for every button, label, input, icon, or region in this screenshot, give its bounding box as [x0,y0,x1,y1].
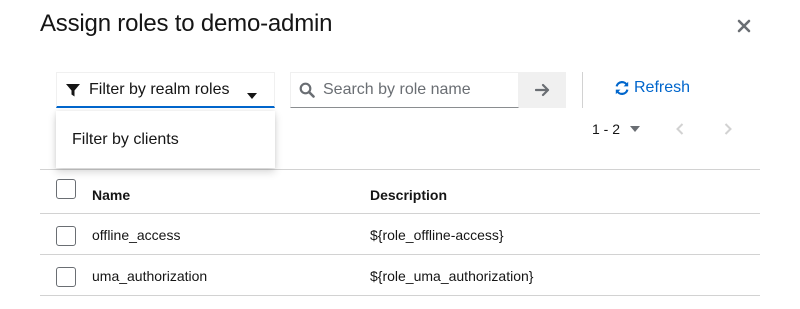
sync-icon [614,80,630,96]
angle-left-icon [676,123,684,135]
menu-item-filter-by-clients[interactable]: Filter by clients [72,131,179,149]
roles-table: Name Description offline_access ${role_o… [40,169,760,296]
toolbar-divider [582,72,583,108]
pagination-toggle[interactable]: 1 - 2 [592,121,641,137]
row-checkbox[interactable] [56,267,76,287]
modal-title: Assign roles to demo-admin [40,10,333,37]
refresh-label: Refresh [634,79,691,96]
role-name: offline_access [92,227,181,243]
filter-icon [65,82,81,98]
filter-dropdown-label: Filter by realm roles [89,80,230,98]
previous-page-button[interactable] [673,121,687,137]
caret-down-icon [630,126,641,132]
column-header-description: Description [370,187,448,203]
refresh-button[interactable]: Refresh [614,79,690,97]
arrow-right-icon [534,83,549,97]
close-icon [737,19,751,33]
select-all-checkbox[interactable] [56,179,76,199]
pagination-range: 1 - 2 [592,121,621,137]
angle-right-icon [724,123,732,135]
filter-dropdown-menu: Filter by clients [56,111,275,168]
table-header-row: Name Description [40,169,760,214]
close-button[interactable] [733,15,755,37]
table-row: offline_access ${role_offline-access} [40,214,760,255]
column-header-name: Name [92,187,131,203]
search-field [290,72,519,108]
next-page-button[interactable] [721,121,735,137]
filter-dropdown-toggle[interactable]: Filter by realm roles [56,72,275,108]
row-checkbox[interactable] [56,226,76,246]
caret-down-icon [246,87,258,99]
role-description: ${role_uma_authorization} [370,268,534,284]
role-description: ${role_offline-access} [370,227,504,243]
role-name: uma_authorization [92,268,208,284]
search-submit-button[interactable] [519,72,566,108]
table-row: uma_authorization ${role_uma_authorizati… [40,255,760,296]
search-input[interactable] [323,81,513,99]
search-icon [299,82,315,98]
